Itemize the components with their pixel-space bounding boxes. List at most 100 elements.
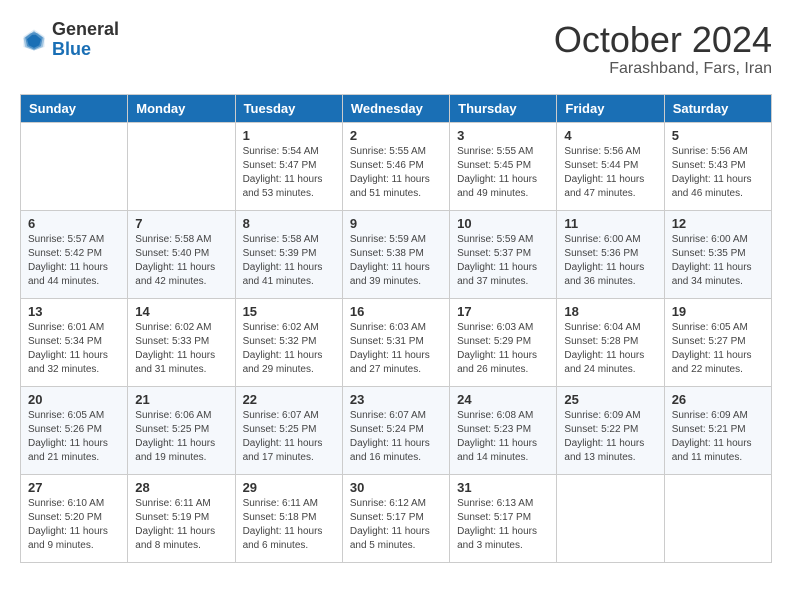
calendar-cell: 14 Sunrise: 6:02 AMSunset: 5:33 PMDayligh…: [128, 298, 235, 386]
day-number: 4: [564, 128, 656, 143]
calendar-cell: 9Sunrise: 5:59 AMSunset: 5:38 PMDaylight…: [342, 210, 449, 298]
day-number: 30: [350, 480, 442, 495]
day-info: Sunrise: 6:07 AMSunset: 5:24 PMDaylight:…: [350, 409, 442, 465]
page-header: General Blue October 2024 Farashband, Fa…: [20, 20, 772, 78]
day-info: Sunrise: 6:00 AMSunset: 5:36 PMDaylight:…: [564, 233, 656, 289]
day-info: Sunrise: 5:59 AMSunset: 5:38 PMDaylight:…: [350, 233, 442, 289]
day-number: 22: [243, 392, 335, 407]
calendar-cell: 13Sunrise: 6:01 AMSunset: 5:34 PMDayligh…: [21, 298, 128, 386]
calendar-cell: 23 Sunrise: 6:07 AMSunset: 5:24 PMDayligh…: [342, 386, 449, 474]
title-block: October 2024 Farashband, Fars, Iran: [554, 20, 772, 78]
logo-text: General Blue: [52, 20, 119, 60]
day-info: Sunrise: 5:58 AMSunset: 5:40 PMDaylight:…: [135, 233, 227, 289]
day-info: Sunrise: 6:02 AMSunset: 5:32 PMDaylight:…: [243, 321, 335, 377]
calendar-cell: 29Sunrise: 6:11 AMSunset: 5:18 PMDayligh…: [235, 474, 342, 562]
calendar-cell: 25 Sunrise: 6:09 AMSunset: 5:22 PMDayligh…: [557, 386, 664, 474]
weekday-header-thursday: Thursday: [450, 94, 557, 122]
week-row-2: 6 Sunrise: 5:57 AMSunset: 5:42 PMDaylight…: [21, 210, 772, 298]
day-number: 15: [243, 304, 335, 319]
calendar-cell: 8 Sunrise: 5:58 AMSunset: 5:39 PMDaylight…: [235, 210, 342, 298]
day-number: 16: [350, 304, 442, 319]
day-info: Sunrise: 6:07 AMSunset: 5:25 PMDaylight:…: [243, 409, 335, 465]
calendar-cell: 15 Sunrise: 6:02 AMSunset: 5:32 PMDayligh…: [235, 298, 342, 386]
weekday-header-sunday: Sunday: [21, 94, 128, 122]
calendar-cell: [128, 122, 235, 210]
day-number: 12: [672, 216, 764, 231]
logo: General Blue: [20, 20, 119, 60]
weekday-header-wednesday: Wednesday: [342, 94, 449, 122]
day-number: 31: [457, 480, 549, 495]
calendar-cell: 17 Sunrise: 6:03 AMSunset: 5:29 PMDayligh…: [450, 298, 557, 386]
day-info: Sunrise: 6:03 AMSunset: 5:29 PMDaylight:…: [457, 321, 549, 377]
day-number: 25: [564, 392, 656, 407]
day-number: 14: [135, 304, 227, 319]
calendar-cell: 22 Sunrise: 6:07 AMSunset: 5:25 PMDayligh…: [235, 386, 342, 474]
weekday-header-tuesday: Tuesday: [235, 94, 342, 122]
day-info: Sunrise: 6:10 AMSunset: 5:20 PMDaylight:…: [28, 497, 120, 553]
day-number: 23: [350, 392, 442, 407]
day-info: Sunrise: 6:09 AMSunset: 5:22 PMDaylight:…: [564, 409, 656, 465]
day-info: Sunrise: 6:06 AMSunset: 5:25 PMDaylight:…: [135, 409, 227, 465]
weekday-header-monday: Monday: [128, 94, 235, 122]
location-title: Farashband, Fars, Iran: [554, 60, 772, 78]
day-number: 29: [243, 480, 335, 495]
calendar-cell: 24Sunrise: 6:08 AMSunset: 5:23 PMDayligh…: [450, 386, 557, 474]
day-number: 1: [243, 128, 335, 143]
day-info: Sunrise: 6:13 AMSunset: 5:17 PMDaylight:…: [457, 497, 549, 553]
day-info: Sunrise: 6:11 AMSunset: 5:19 PMDaylight:…: [135, 497, 227, 553]
day-info: Sunrise: 5:57 AMSunset: 5:42 PMDaylight:…: [28, 233, 120, 289]
day-number: 10: [457, 216, 549, 231]
calendar-cell: 27 Sunrise: 6:10 AMSunset: 5:20 PMDayligh…: [21, 474, 128, 562]
calendar-cell: 28 Sunrise: 6:11 AMSunset: 5:19 PMDayligh…: [128, 474, 235, 562]
day-info: Sunrise: 6:12 AMSunset: 5:17 PMDaylight:…: [350, 497, 442, 553]
logo-general: General: [52, 19, 119, 39]
day-number: 18: [564, 304, 656, 319]
calendar-cell: 12 Sunrise: 6:00 AMSunset: 5:35 PMDayligh…: [664, 210, 771, 298]
day-info: Sunrise: 6:05 AMSunset: 5:27 PMDaylight:…: [672, 321, 764, 377]
day-number: 28: [135, 480, 227, 495]
day-number: 21: [135, 392, 227, 407]
day-number: 8: [243, 216, 335, 231]
day-info: Sunrise: 5:58 AMSunset: 5:39 PMDaylight:…: [243, 233, 335, 289]
calendar-cell: 2Sunrise: 5:55 AMSunset: 5:46 PMDaylight…: [342, 122, 449, 210]
calendar-cell: 16 Sunrise: 6:03 AMSunset: 5:31 PMDayligh…: [342, 298, 449, 386]
day-info: Sunrise: 6:09 AMSunset: 5:21 PMDaylight:…: [672, 409, 764, 465]
weekday-header-row: SundayMondayTuesdayWednesdayThursdayFrid…: [21, 94, 772, 122]
calendar-cell: 26 Sunrise: 6:09 AMSunset: 5:21 PMDayligh…: [664, 386, 771, 474]
day-number: 13: [28, 304, 120, 319]
day-info: Sunrise: 5:59 AMSunset: 5:37 PMDaylight:…: [457, 233, 549, 289]
day-number: 2: [350, 128, 442, 143]
day-number: 27: [28, 480, 120, 495]
week-row-5: 27 Sunrise: 6:10 AMSunset: 5:20 PMDayligh…: [21, 474, 772, 562]
weekday-header-friday: Friday: [557, 94, 664, 122]
calendar-cell: [664, 474, 771, 562]
calendar-cell: 21 Sunrise: 6:06 AMSunset: 5:25 PMDayligh…: [128, 386, 235, 474]
day-number: 11: [564, 216, 656, 231]
day-info: Sunrise: 6:03 AMSunset: 5:31 PMDaylight:…: [350, 321, 442, 377]
day-number: 6: [28, 216, 120, 231]
day-number: 17: [457, 304, 549, 319]
calendar-cell: 31 Sunrise: 6:13 AMSunset: 5:17 PMDayligh…: [450, 474, 557, 562]
day-info: Sunrise: 6:08 AMSunset: 5:23 PMDaylight:…: [457, 409, 549, 465]
weekday-header-saturday: Saturday: [664, 94, 771, 122]
calendar-cell: [21, 122, 128, 210]
day-info: Sunrise: 5:56 AMSunset: 5:44 PMDaylight:…: [564, 145, 656, 201]
day-info: Sunrise: 6:02 AMSunset: 5:33 PMDaylight:…: [135, 321, 227, 377]
month-title: October 2024: [554, 20, 772, 60]
calendar-cell: 7 Sunrise: 5:58 AMSunset: 5:40 PMDaylight…: [128, 210, 235, 298]
day-info: Sunrise: 6:00 AMSunset: 5:35 PMDaylight:…: [672, 233, 764, 289]
calendar-cell: 30 Sunrise: 6:12 AMSunset: 5:17 PMDayligh…: [342, 474, 449, 562]
logo-icon: [20, 26, 48, 54]
calendar-cell: 11 Sunrise: 6:00 AMSunset: 5:36 PMDayligh…: [557, 210, 664, 298]
day-info: Sunrise: 5:54 AMSunset: 5:47 PMDaylight:…: [243, 145, 335, 201]
day-number: 7: [135, 216, 227, 231]
day-number: 26: [672, 392, 764, 407]
day-number: 19: [672, 304, 764, 319]
day-info: Sunrise: 6:04 AMSunset: 5:28 PMDaylight:…: [564, 321, 656, 377]
day-number: 5: [672, 128, 764, 143]
week-row-3: 13Sunrise: 6:01 AMSunset: 5:34 PMDayligh…: [21, 298, 772, 386]
week-row-1: 1 Sunrise: 5:54 AMSunset: 5:47 PMDaylight…: [21, 122, 772, 210]
calendar-cell: 1 Sunrise: 5:54 AMSunset: 5:47 PMDaylight…: [235, 122, 342, 210]
calendar-cell: 19 Sunrise: 6:05 AMSunset: 5:27 PMDayligh…: [664, 298, 771, 386]
day-info: Sunrise: 5:56 AMSunset: 5:43 PMDaylight:…: [672, 145, 764, 201]
